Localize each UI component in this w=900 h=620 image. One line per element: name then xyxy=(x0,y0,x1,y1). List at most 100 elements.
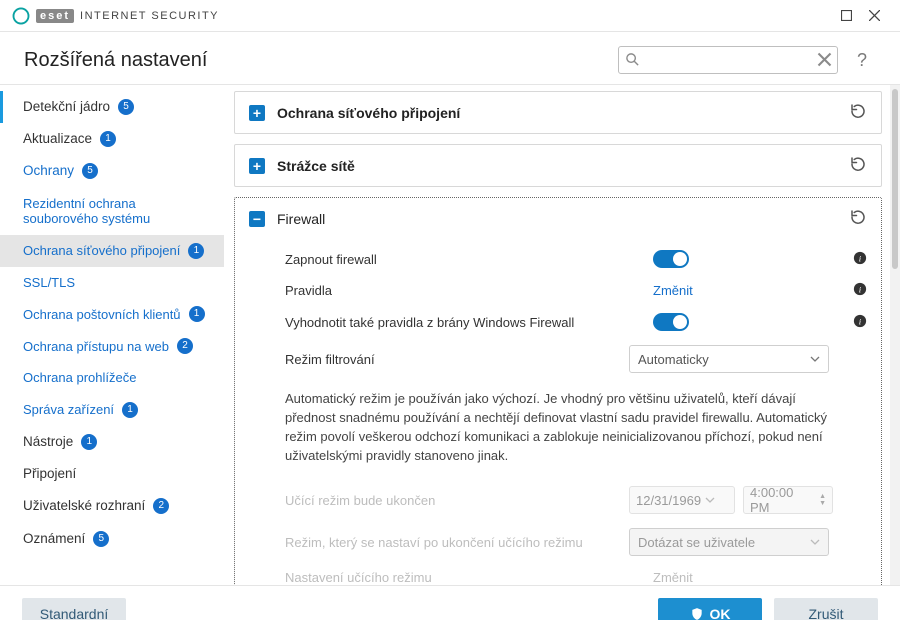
select-filter-mode[interactable]: Automaticky xyxy=(629,345,829,373)
chevron-down-icon xyxy=(705,493,715,508)
setting-label: Režim filtrování xyxy=(285,352,619,367)
scrollbar[interactable] xyxy=(890,85,900,585)
header: Rozšířená nastavení ? xyxy=(0,32,900,85)
panel-network-guard: + Strážce sítě xyxy=(234,144,882,187)
sidebar-item-label: Rezidentní ochrana souborového systému xyxy=(23,196,210,227)
page-title: Rozšířená nastavení xyxy=(24,49,207,72)
sidebar-item-badge: 2 xyxy=(177,338,193,354)
setting-label: Nastavení učícího režimu xyxy=(285,570,643,585)
sidebar-item-ui[interactable]: Uživatelské rozhraní 2 xyxy=(0,490,224,522)
sidebar-item-label: Ochrana přístupu na web xyxy=(23,339,169,355)
sidebar-item-ssl-tls[interactable]: SSL/TLS xyxy=(0,267,224,299)
row-learning-config: Nastavení učícího režimu Změnit xyxy=(285,563,867,585)
window-close-button[interactable] xyxy=(860,2,888,30)
panel-title: Firewall xyxy=(277,211,837,227)
row-filter-mode: Režim filtrování Automaticky xyxy=(285,338,867,380)
info-icon[interactable]: i xyxy=(853,314,867,331)
sidebar-item-web-access[interactable]: Ochrana přístupu na web 2 xyxy=(0,330,224,362)
footer: Standardní OK Zrušit xyxy=(0,585,900,620)
brand-name: eset xyxy=(36,9,74,23)
sidebar-item-label: SSL/TLS xyxy=(23,275,75,291)
setting-label: Režim, který se nastaví po ukončení učíc… xyxy=(285,535,619,550)
sidebar-item-email-clients[interactable]: Ochrana poštovních klientů 1 xyxy=(0,298,224,330)
row-mode-after-learning: Režim, který se nastaví po ukončení učíc… xyxy=(285,521,867,563)
sidebar-item-label: Uživatelské rozhraní xyxy=(23,498,145,514)
revert-icon[interactable] xyxy=(849,155,867,176)
info-icon[interactable]: i xyxy=(853,251,867,268)
chevron-down-icon xyxy=(810,352,820,367)
panel-head[interactable]: − Firewall xyxy=(235,198,881,239)
main: + Ochrana síťového připojení + Strážce s… xyxy=(224,85,890,585)
product-name: INTERNET SECURITY xyxy=(80,10,219,22)
sidebar-item-badge: 5 xyxy=(118,99,134,115)
link-edit-rules[interactable]: Změnit xyxy=(653,283,693,298)
expand-icon[interactable]: + xyxy=(249,158,265,174)
sidebar-item-protections[interactable]: Ochrany 5 xyxy=(0,155,224,187)
body: Detekční jádro 5 Aktualizace 1 Ochrany 5… xyxy=(0,85,900,585)
sidebar-item-update[interactable]: Aktualizace 1 xyxy=(0,123,224,155)
ok-button[interactable]: OK xyxy=(658,598,762,620)
sidebar-item-badge: 5 xyxy=(93,531,109,547)
select-value: Dotázat se uživatele xyxy=(638,535,755,550)
window-maximize-button[interactable] xyxy=(832,2,860,30)
sidebar-item-notifications[interactable]: Oznámení 5 xyxy=(0,523,224,555)
sidebar: Detekční jádro 5 Aktualizace 1 Ochrany 5… xyxy=(0,85,224,585)
date-value: 12/31/1969 xyxy=(636,493,701,508)
collapse-icon[interactable]: − xyxy=(249,211,265,227)
panel-title: Ochrana síťového připojení xyxy=(277,105,837,121)
panel-body: Zapnout firewall i Pravidla Změnit i Vyh… xyxy=(235,239,881,585)
sidebar-item-realtime-fs[interactable]: Rezidentní ochrana souborového systému xyxy=(0,188,224,235)
sidebar-item-device-mgmt[interactable]: Správa zařízení 1 xyxy=(0,394,224,426)
sidebar-item-label: Detekční jádro xyxy=(23,99,110,115)
default-button[interactable]: Standardní xyxy=(22,598,126,620)
revert-icon[interactable] xyxy=(849,208,867,229)
help-button[interactable]: ? xyxy=(848,50,876,71)
setting-label: Vyhodnotit také pravidla z brány Windows… xyxy=(285,315,643,330)
info-icon[interactable]: i xyxy=(853,282,867,299)
row-rules: Pravidla Změnit i xyxy=(285,275,867,306)
expand-icon[interactable]: + xyxy=(249,105,265,121)
shield-icon xyxy=(690,607,704,620)
date-picker-learning-end: 12/31/1969 xyxy=(629,486,735,514)
panel-firewall: − Firewall Zapnout firewall i Pravidla Z… xyxy=(234,197,882,585)
panel-head[interactable]: + Ochrana síťového připojení xyxy=(235,92,881,133)
toggle-windows-firewall-rules[interactable] xyxy=(653,313,689,331)
sidebar-item-network-protection[interactable]: Ochrana síťového připojení 1 xyxy=(0,235,224,267)
link-edit-learning: Změnit xyxy=(653,570,693,585)
row-windows-firewall-rules: Vyhodnotit také pravidla z brány Windows… xyxy=(285,306,867,338)
time-picker-learning-end: 4:00:00 PM ▲▼ xyxy=(743,486,833,514)
search-icon xyxy=(625,52,640,70)
scrollbar-thumb[interactable] xyxy=(892,89,898,269)
row-enable-firewall: Zapnout firewall i xyxy=(285,243,867,275)
select-mode-after-learning: Dotázat se uživatele xyxy=(629,528,829,556)
cancel-button[interactable]: Zrušit xyxy=(774,598,878,620)
filter-mode-description: Automatický režim je používán jako výcho… xyxy=(285,380,867,479)
time-stepper-icon: ▲▼ xyxy=(819,493,826,507)
sidebar-item-label: Ochrana poštovních klientů xyxy=(23,307,181,323)
search xyxy=(618,46,838,74)
revert-icon[interactable] xyxy=(849,102,867,123)
sidebar-item-badge: 1 xyxy=(188,243,204,259)
brand: eset INTERNET SECURITY xyxy=(12,7,219,25)
clear-search-icon[interactable] xyxy=(817,52,832,70)
panel-head[interactable]: + Strážce sítě xyxy=(235,145,881,186)
time-value: 4:00:00 PM xyxy=(750,485,815,515)
row-learning-until: Učící režim bude ukončen 12/31/1969 4:00… xyxy=(285,479,867,521)
sidebar-item-browser[interactable]: Ochrana prohlížeče xyxy=(0,362,224,394)
sidebar-item-label: Ochrana síťového připojení xyxy=(23,243,180,259)
search-input[interactable] xyxy=(618,46,838,74)
toggle-enable-firewall[interactable] xyxy=(653,250,689,268)
sidebar-item-badge: 2 xyxy=(153,498,169,514)
sidebar-item-badge: 1 xyxy=(122,402,138,418)
sidebar-item-tools[interactable]: Nástroje 1 xyxy=(0,426,224,458)
select-value: Automaticky xyxy=(638,352,709,367)
ok-label: OK xyxy=(710,606,731,620)
sidebar-item-connection[interactable]: Připojení xyxy=(0,458,224,490)
panel-network-protection: + Ochrana síťového připojení xyxy=(234,91,882,134)
sidebar-item-badge: 5 xyxy=(82,163,98,179)
sidebar-item-badge: 1 xyxy=(189,306,205,322)
sidebar-item-badge: 1 xyxy=(81,434,97,450)
sidebar-item-label: Ochrany xyxy=(23,163,74,179)
setting-label: Učící režim bude ukončen xyxy=(285,493,619,508)
sidebar-item-detection-core[interactable]: Detekční jádro 5 xyxy=(0,91,224,123)
